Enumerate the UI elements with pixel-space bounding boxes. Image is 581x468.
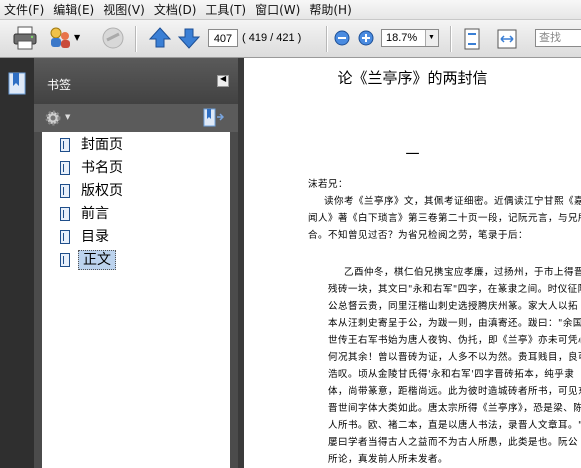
search-input[interactable]: 查找: [535, 29, 581, 47]
bookmark-item[interactable]: 封面页: [54, 135, 226, 155]
new-bookmark-icon[interactable]: [202, 108, 224, 128]
quote-line: 本从汪刺史寄呈于公，为跋一则，由滇寄还。跋曰："余国嵌: [328, 318, 581, 329]
bookmark-icon: [60, 207, 70, 221]
bookmarks-panel-tools: ▼: [34, 104, 238, 132]
menu-window[interactable]: 窗口(W): [251, 0, 305, 20]
quote-line: 乙酉仲冬，棋仁伯兄携宝应孝廉，过扬州，于市上得晋: [344, 267, 581, 278]
paragraph-line: 合。不知曾见过否？为省兄检阅之劳，笔录于后：: [308, 230, 529, 241]
page-number-input[interactable]: 407: [208, 29, 238, 47]
previous-page-icon[interactable]: [148, 25, 172, 51]
menu-view[interactable]: 视图(V): [99, 0, 150, 20]
salutation: 沫若兄：: [308, 179, 349, 190]
bookmark-list: 封面页 书名页 版权页 前言 目录 正文: [42, 132, 230, 468]
options-gear-icon[interactable]: [44, 109, 62, 127]
document-page: 论《兰亭序》的两封信 一 沫若兄： 读你考《兰亭序》文，其佩考证细密。近偶读江宁…: [244, 58, 581, 468]
page-count-label: ( 419 / 421 ): [242, 32, 302, 44]
bookmark-label: 前言: [81, 206, 109, 222]
bookmark-label: 目录: [81, 229, 109, 245]
sign-icon[interactable]: [100, 25, 126, 51]
bookmark-icon: [60, 230, 70, 244]
bookmark-icon: [60, 253, 70, 267]
collaborate-dropdown-icon[interactable]: ▼: [74, 33, 80, 42]
fit-width-icon[interactable]: [496, 28, 518, 50]
zoom-out-icon[interactable]: [334, 30, 350, 46]
bookmark-icon: [60, 138, 70, 152]
menu-help[interactable]: 帮助(H): [305, 0, 356, 20]
quote-line: 浩叹。顷从金陵甘氏得'永和右军'四字晋砖拓本，纯乎隶: [328, 369, 575, 380]
navigation-rail: [0, 58, 34, 468]
quote-line: 公总督云贵，同里汪楷山刺史选授腾庆州篆。家大人以拓: [328, 301, 579, 312]
fit-page-icon[interactable]: [462, 28, 482, 50]
bookmark-item[interactable]: 目录: [54, 227, 226, 247]
quote-line: 屡曰学者当得古人之益而不为古人所愚，此类是也。阮公: [328, 437, 579, 448]
bookmark-item[interactable]: 版权页: [54, 181, 226, 201]
zoom-value: 18.7%: [386, 32, 418, 44]
menu-edit[interactable]: 编辑(E): [49, 0, 99, 20]
bookmarks-panel-header: 书签 ◀: [34, 58, 238, 104]
quote-line: 体，尚带篆意，距楷尚远。此为彼时造城砖者所书，可见东: [328, 386, 581, 397]
bookmarks-panel: 书签 ◀ ▼ 封面页 书名页 版权页 前言 目录 正文: [34, 58, 238, 468]
bookmark-label: 书名页: [81, 160, 123, 176]
bookmark-label: 封面页: [81, 137, 123, 153]
bookmarks-panel-icon[interactable]: [7, 72, 27, 96]
bookmark-item-selected[interactable]: 正文: [54, 250, 226, 270]
menu-document[interactable]: 文档(D): [150, 0, 202, 20]
bookmark-icon: [60, 184, 70, 198]
bookmark-item[interactable]: 前言: [54, 204, 226, 224]
bookmark-icon: [60, 161, 70, 175]
menu-bar: 文件(F) 编辑(E) 视图(V) 文档(D) 工具(T) 窗口(W) 帮助(H…: [0, 0, 581, 20]
quote-line: 何况其余！曾以晋砖为证，人多不以为然。贵耳贱目，良可: [328, 352, 581, 363]
quote-line: 晋世间字体大类如此。唐太宗所得《兰亭序》，恐是梁、陈时: [328, 403, 581, 414]
bookmark-label: 版权页: [81, 183, 123, 199]
collapse-arrow-icon: ◀: [220, 74, 227, 83]
zoom-in-icon[interactable]: [358, 30, 374, 46]
paragraph-line: 读你考《兰亭序》文，其佩考证细密。近偶读江宁甘熙《嘉道: [324, 196, 581, 207]
paragraph-line: 闻人》著《白下琐言》第三卷第二十页一段，记阮元言，与兄所见: [308, 213, 581, 224]
menu-tools[interactable]: 工具(T): [201, 0, 251, 20]
quote-line: 人所书。欧、褚二本，直是以唐人书法，录晋人文章耳。"予: [328, 420, 581, 431]
quote-line: 世传王右军书始为唐人夜钩、伪托，即《兰亭》亦未可凭心，: [328, 335, 581, 346]
collapse-panel-button[interactable]: ◀: [217, 74, 229, 87]
document-title: 论《兰亭序》的两封信: [337, 69, 488, 87]
zoom-dropdown-icon[interactable]: ▼: [425, 30, 438, 46]
bookmark-label: 正文: [78, 250, 116, 270]
menu-file[interactable]: 文件(F): [0, 0, 49, 20]
zoom-select[interactable]: 18.7% ▼: [381, 29, 439, 47]
options-dropdown-icon[interactable]: ▼: [65, 113, 70, 121]
bookmark-item[interactable]: 书名页: [54, 158, 226, 178]
section-mark: 一: [405, 147, 420, 163]
bookmarks-panel-title: 书签: [47, 78, 72, 92]
collaborate-icon[interactable]: [48, 25, 72, 51]
quote-line: 残砖一块，其文曰"永和右军"四字，在篆隶之间。时仪征阮: [328, 284, 581, 295]
next-page-icon[interactable]: [177, 25, 201, 51]
toolbar: ▼ 407 ( 419 / 421 ) 18.7% ▼ 查找: [0, 20, 581, 58]
quote-line: 所论，真发前人所未发者。: [328, 454, 449, 465]
print-icon[interactable]: [12, 25, 38, 51]
